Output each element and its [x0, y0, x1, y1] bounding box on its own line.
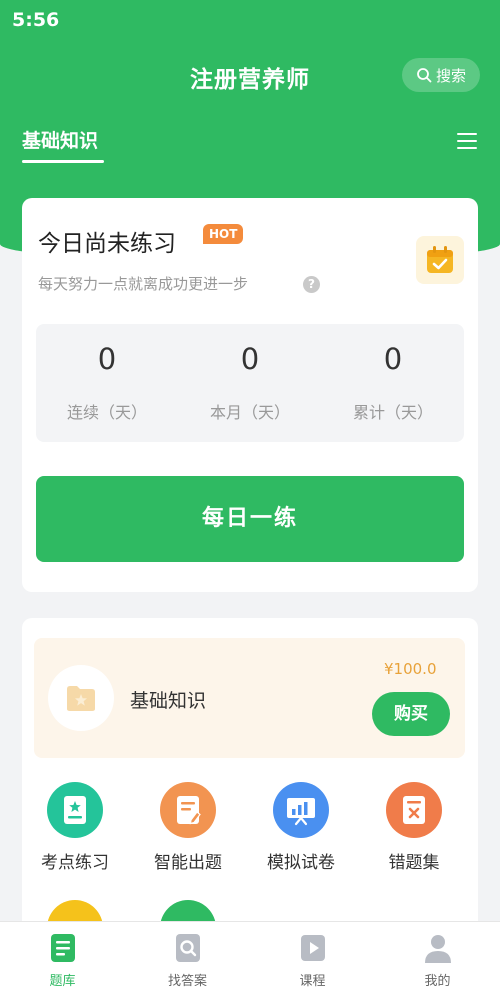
calendar-button[interactable] — [416, 236, 464, 284]
function-wrong-questions[interactable]: 错题集 — [359, 782, 469, 873]
tab-basic-knowledge[interactable]: 基础知识 — [22, 126, 98, 153]
stat-value: 0 — [383, 342, 403, 376]
tab-underline — [22, 160, 104, 163]
stat-streak: 0 连续（天） — [36, 324, 178, 442]
help-icon[interactable]: ? — [303, 276, 320, 293]
tab-label: 课程 — [299, 974, 326, 989]
stat-label: 连续（天） — [66, 403, 147, 422]
function-label: 考点练习 — [41, 853, 109, 873]
error-doc-icon — [386, 782, 442, 838]
stat-value: 0 — [97, 342, 117, 376]
stats-panel: 0 连续（天） 0 本月（天） 0 累计（天） — [36, 324, 464, 442]
star-doc-icon — [47, 782, 103, 838]
stat-total: 0 累计（天） — [322, 324, 464, 442]
course-card: 基础知识 ¥100.0 购买 考点练习 智能出题 模拟试卷 错题集 — [20, 618, 478, 940]
practice-title: 今日尚未练习 — [38, 231, 176, 257]
tab-label: 我的 — [424, 974, 451, 989]
practice-card: 今日尚未练习 HOT 每天努力一点就离成功更进一步 ? 0 连续（天） 0 本月… — [22, 198, 478, 592]
find-answer-icon — [173, 932, 203, 964]
menu-icon[interactable] — [457, 133, 477, 151]
stat-label: 本月（天） — [209, 403, 290, 422]
search-icon — [417, 68, 432, 83]
search-label: 搜索 — [435, 66, 466, 85]
bottom-tabbar: 题库 找答案 课程 我的 — [0, 921, 500, 1000]
function-label: 错题集 — [388, 853, 440, 873]
folder-icon — [67, 686, 95, 711]
tab-course[interactable]: 课程 — [250, 932, 375, 989]
function-label: 模拟试卷 — [267, 853, 335, 873]
function-key-points[interactable]: 考点练习 — [20, 782, 130, 873]
edit-doc-icon — [160, 782, 216, 838]
tab-label: 题库 — [49, 974, 76, 989]
folder-icon-circle — [48, 665, 114, 731]
tab-label: 找答案 — [167, 974, 207, 989]
tab-find-answer[interactable]: 找答案 — [125, 932, 250, 989]
function-mock-exam[interactable]: 模拟试卷 — [246, 782, 356, 873]
practice-subtitle: 每天努力一点就离成功更进一步 — [38, 275, 249, 293]
daily-practice-button[interactable]: 每日一练 — [36, 476, 464, 562]
stat-value: 0 — [240, 342, 260, 376]
stat-label: 累计（天） — [352, 403, 433, 422]
tab-profile[interactable]: 我的 — [375, 932, 500, 989]
hot-badge: HOT — [203, 224, 244, 244]
presentation-icon — [273, 782, 329, 838]
calendar-check-icon — [427, 246, 453, 273]
course-price: ¥100.0 — [384, 660, 437, 678]
stat-month: 0 本月（天） — [179, 324, 321, 442]
profile-icon — [423, 932, 453, 964]
course-play-icon — [298, 932, 328, 964]
course-name: 基础知识 — [130, 690, 207, 712]
buy-button[interactable]: 购买 — [372, 692, 450, 736]
course-item[interactable]: 基础知识 ¥100.0 购买 — [34, 638, 465, 758]
search-button[interactable]: 搜索 — [402, 58, 480, 92]
tab-question-bank[interactable]: 题库 — [0, 932, 125, 989]
question-bank-icon — [48, 932, 78, 964]
status-time: 5:56 — [12, 9, 60, 31]
function-label: 智能出题 — [154, 853, 222, 873]
function-smart-quiz[interactable]: 智能出题 — [133, 782, 243, 873]
